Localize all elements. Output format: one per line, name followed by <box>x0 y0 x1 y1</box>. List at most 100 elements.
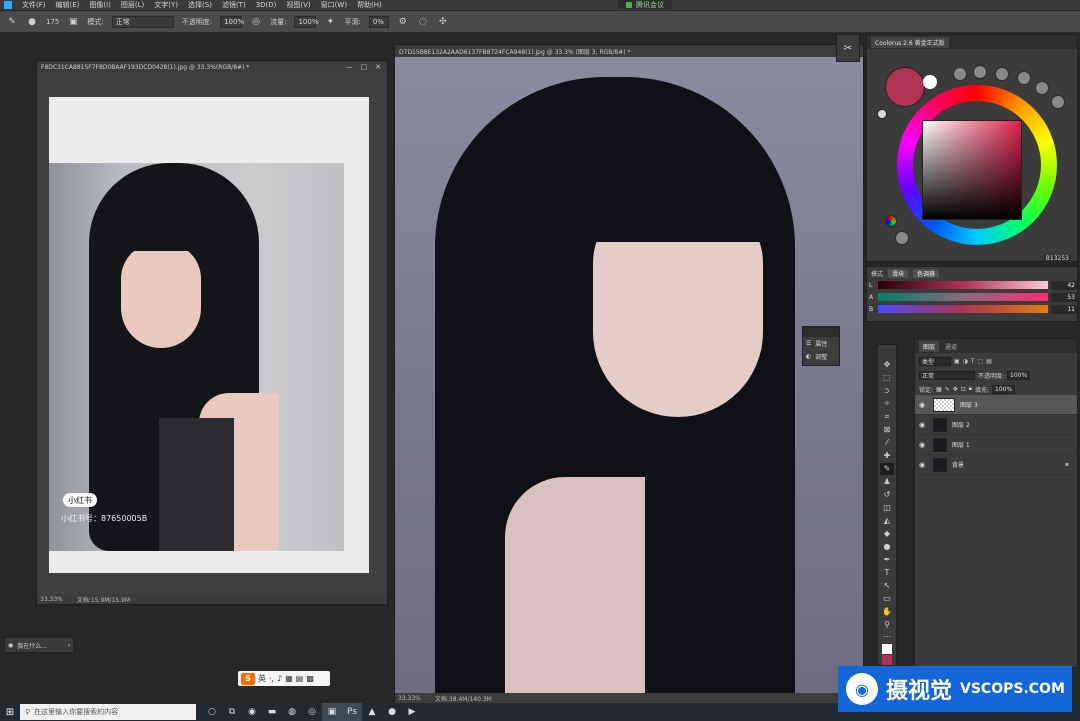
marquee-tool-icon[interactable]: ⬚ <box>880 372 894 384</box>
b-slider[interactable] <box>878 305 1048 313</box>
preset-icon[interactable] <box>1051 95 1065 109</box>
pressure-opacity-icon[interactable]: ◎ <box>250 16 262 28</box>
eye-icon[interactable]: ◉ <box>919 441 928 449</box>
ime-toolbar[interactable]: S 英 ·, ♪ ▦ ▤ ▩ <box>238 671 330 686</box>
opacity-input[interactable]: 100% <box>220 15 244 28</box>
browser-icon[interactable]: ◉ <box>242 703 262 721</box>
saturation-value-square[interactable] <box>922 120 1022 220</box>
cortana-icon[interactable]: ○ <box>202 703 222 721</box>
fill-input[interactable]: 100% <box>992 384 1016 394</box>
lock-all-icon[interactable]: 🔒︎ <box>969 385 972 393</box>
default-colors-icon[interactable] <box>882 643 892 654</box>
keyboard-icon[interactable]: ▦ <box>285 674 293 683</box>
menu-edit[interactable]: 编辑(E) <box>56 0 80 10</box>
skin-icon[interactable]: ▤ <box>296 674 304 683</box>
blur-tool-icon[interactable]: ◆ <box>880 527 894 539</box>
hex-value[interactable]: B13253 <box>1043 255 1071 262</box>
menu-layer[interactable]: 图层(L) <box>121 0 144 10</box>
more-tools-icon[interactable]: ⋯ <box>880 631 894 643</box>
eye-icon[interactable]: ◉ <box>919 421 928 429</box>
flow-input[interactable]: 100% <box>294 15 318 28</box>
stamp-tool-icon[interactable]: ♟ <box>880 476 894 488</box>
windows-start-icon[interactable]: ⊞ <box>0 703 20 721</box>
healing-brush-icon[interactable]: ✚ <box>880 450 894 462</box>
frame-tool-icon[interactable]: ⊠ <box>880 424 894 436</box>
layer-row[interactable]: ◉ 图层 3 <box>915 395 1077 415</box>
airbrush-icon[interactable]: ✦ <box>324 16 336 28</box>
lock-brush-icon[interactable]: ✎ <box>945 386 950 393</box>
app-icon[interactable]: ◎ <box>302 703 322 721</box>
zoom-level[interactable]: 33.33% <box>40 596 63 603</box>
current-color-swatch[interactable] <box>885 67 925 107</box>
microphone-icon[interactable]: ♪ <box>277 674 282 683</box>
preset-icon[interactable] <box>995 67 1009 81</box>
layer-row[interactable]: ◉ 背景 ▪ <box>915 455 1077 475</box>
eye-icon[interactable]: ◉ <box>919 461 928 469</box>
minimize-icon[interactable]: — <box>346 63 353 71</box>
menu-image[interactable]: 图像(I) <box>89 0 111 10</box>
layer-opacity-input[interactable]: 100% <box>1007 370 1031 380</box>
tab-channels[interactable]: 通道 <box>945 342 957 351</box>
dodge-tool-icon[interactable]: ● <box>880 540 894 552</box>
a-slider[interactable] <box>878 293 1048 301</box>
layer-row[interactable]: ◉ 图层 1 <box>915 435 1077 455</box>
symmetry-icon[interactable]: ✣ <box>437 16 449 28</box>
sun-icon[interactable] <box>877 109 887 119</box>
scissors-icon[interactable]: ✂ <box>844 43 852 54</box>
lasso-tool-icon[interactable]: ↄ <box>880 385 894 397</box>
zoom-tool-icon[interactable]: ⚲ <box>880 618 894 630</box>
color-panel-tab[interactable]: Coolorus 2.6 黄金正式版 <box>871 36 949 48</box>
app-icon[interactable]: ● <box>382 703 402 721</box>
filter-pixel-icon[interactable]: ▣ <box>954 358 960 365</box>
menu-file[interactable]: 文件(F) <box>22 0 46 10</box>
punctuation-icon[interactable]: ·, <box>269 674 274 683</box>
lock-artboard-icon[interactable]: ⊡ <box>961 386 966 393</box>
eye-icon[interactable]: ◉ <box>919 401 928 409</box>
foreground-color-swatch[interactable] <box>882 654 892 665</box>
menu-3d[interactable]: 3D(D) <box>256 1 277 9</box>
move-tool-icon[interactable]: ✥ <box>880 359 894 371</box>
sliders-button[interactable]: 滑块 <box>888 268 909 278</box>
folder-icon[interactable]: ▬ <box>262 703 282 721</box>
document-window-painting[interactable]: D7D15B8E132A2AAD6137FB8724FCA948(1).jpg … <box>394 44 864 704</box>
hand-tool-icon[interactable]: ✋ <box>880 605 894 617</box>
tone-button[interactable]: 色调器 <box>913 268 940 278</box>
brush-preset-icon[interactable]: ● <box>26 16 38 28</box>
menu-select[interactable]: 选择(S) <box>188 0 212 10</box>
preset-icon[interactable] <box>1035 81 1049 95</box>
photoshop-taskbar-icon[interactable]: Ps <box>342 703 362 721</box>
triangle-icon[interactable] <box>895 231 909 245</box>
background-color-swatch[interactable] <box>923 75 937 89</box>
adjustments-button[interactable]: ◐ 调整 <box>803 350 839 363</box>
menu-filter[interactable]: 滤镜(T) <box>222 0 246 10</box>
taskbar-search[interactable]: ⚲ 在这里输入你要搜索的内容 <box>20 704 196 720</box>
tab-layers[interactable]: 图层 <box>919 340 940 352</box>
filter-smart-icon[interactable]: ▤ <box>986 358 992 365</box>
brush-panel-icon[interactable]: ▣ <box>67 16 79 28</box>
crop-tool-icon[interactable]: ⌗ <box>880 411 894 423</box>
toolbox-icon[interactable]: ▩ <box>306 674 314 683</box>
ime-language[interactable]: 英 <box>258 673 266 684</box>
lock-pixels-icon[interactable]: ▦ <box>936 386 942 393</box>
mode-select[interactable]: 正常 <box>111 15 174 28</box>
chevron-left-icon[interactable]: ‹ <box>68 642 73 649</box>
maximize-icon[interactable]: □ <box>361 63 368 71</box>
layer-kind-filter[interactable]: 类型 <box>919 356 951 366</box>
l-slider[interactable] <box>878 281 1048 289</box>
menu-window[interactable]: 窗口(W) <box>321 0 347 10</box>
gear-icon[interactable]: ⚙ <box>397 16 409 28</box>
magic-wand-icon[interactable]: ✧ <box>880 398 894 410</box>
eraser-icon[interactable]: ◫ <box>880 501 894 513</box>
rectangle-tool-icon[interactable]: ▭ <box>880 592 894 604</box>
chrome-icon[interactable]: ◍ <box>282 703 302 721</box>
document-info[interactable]: 文档:38.4M/140.3M <box>435 694 492 703</box>
eyedropper-icon[interactable]: ⁄ <box>880 437 894 449</box>
cortana-hint[interactable]: ◉ 我在什么... ‹ <box>4 637 74 653</box>
canvas-area[interactable] <box>395 57 863 693</box>
b-value[interactable]: 11 <box>1051 304 1077 314</box>
layer-row[interactable]: ◉ 图层 2 <box>915 415 1077 435</box>
task-view-icon[interactable]: ⧉ <box>222 703 242 721</box>
document-tab[interactable]: F8DC31CA8815F7F8D0BAAF193DCD0428(1).jpg … <box>37 61 387 73</box>
brush-tool-icon[interactable]: ✎ <box>880 462 894 475</box>
meeting-app-icon[interactable]: ▶ <box>402 703 422 721</box>
